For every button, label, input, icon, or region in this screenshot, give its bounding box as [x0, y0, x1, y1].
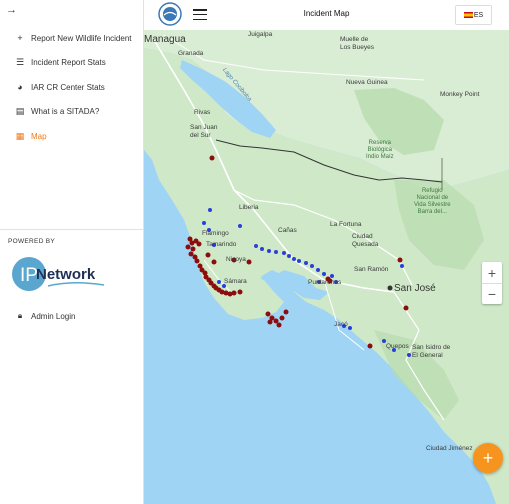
sidebar-item-label: IAR CR Center Stats: [31, 82, 105, 92]
lock-icon: 🔒︎: [17, 311, 23, 320]
map-label-reserva: Reserva Biológica Indio Maíz: [366, 140, 394, 160]
map-label-quepos: Quepos: [386, 343, 409, 350]
map-icon: ▦: [15, 130, 25, 141]
map-label-managua: Managua: [144, 34, 186, 45]
sidebar-item-center-stats[interactable]: ◕ IAR CR Center Stats: [0, 75, 144, 100]
map-label-refugio: Refugio Nacional de Vida Silvestre Barra de…: [414, 188, 451, 215]
language-label: ES: [473, 11, 484, 19]
admin-login-label: Admin Login: [31, 311, 76, 321]
sidebar-item-map[interactable]: ▦ Map: [0, 124, 144, 149]
top-bar: Incident Map ES: [144, 0, 509, 30]
map-label-rivas: Rivas: [194, 109, 211, 116]
sidebar-item-label: Report New Wildlife Incident: [31, 33, 132, 43]
powered-by-label: POWERED BY: [8, 238, 56, 245]
map-label-san-ramon: San Ramón: [354, 266, 389, 273]
admin-login-link[interactable]: 🔒︎ Admin Login: [15, 311, 76, 321]
map-canvas: [144, 30, 509, 504]
spain-flag-icon: [463, 12, 473, 18]
zoom-in-button[interactable]: +: [482, 262, 502, 283]
map-label-samara: Sámara: [224, 278, 247, 285]
map-label-ciudad-jimenez: Ciudad Jiménez: [426, 445, 473, 452]
map-label-san-juan: San Juan del Sur: [190, 124, 218, 139]
list-icon: ☰: [15, 57, 25, 68]
map-label-tamarindo: Tamarindo: [206, 241, 237, 248]
collapse-arrow-icon[interactable]: →: [6, 4, 17, 16]
sidebar: → + Report New Wildlife Incident ☰ Incid…: [0, 0, 144, 504]
sidebar-item-incident-stats[interactable]: ☰ Incident Report Stats: [0, 51, 144, 76]
plus-icon: +: [17, 33, 23, 44]
logo-network-text: Network: [36, 266, 96, 283]
incident-map[interactable]: Managua Granada Juigalpa Muelle de Los Bu…: [144, 30, 509, 504]
map-label-jaco: Jacó: [334, 321, 348, 328]
pie-chart-icon: ◕: [17, 82, 23, 93]
map-label-canas: Cañas: [278, 227, 297, 234]
zoom-out-button[interactable]: −: [482, 283, 502, 304]
sidebar-item-report-incident[interactable]: + Report New Wildlife Incident: [0, 26, 144, 51]
map-label-san-isidro: San Isidro de El General: [412, 344, 451, 359]
map-label-la-fortuna: La Fortuna: [330, 221, 362, 228]
map-label-nueva-guinea: Nueva Guinea: [346, 79, 388, 86]
sidebar-nav: + Report New Wildlife Incident ☰ Inciden…: [0, 26, 144, 149]
map-label-flamingo: Flamingo: [202, 230, 229, 237]
sidebar-item-what-is-sitada[interactable]: ▤ What is a SITADA?: [0, 100, 144, 125]
sidebar-item-label: What is a SITADA?: [31, 107, 100, 117]
document-icon: ▤: [15, 106, 25, 117]
map-label-san-jose: San José: [394, 283, 436, 294]
map-label-ciudad-quesada: Ciudad Quesada: [352, 233, 379, 248]
map-label-granada: Granada: [178, 50, 204, 57]
sidebar-divider: [0, 229, 144, 230]
map-label-nicoya: Nicoya: [226, 256, 246, 263]
map-label-liberia: Liberia: [239, 204, 259, 211]
sidebar-item-label: Map: [31, 131, 47, 141]
map-label-puntarenas: Puntarenas: [308, 279, 342, 286]
map-label-muelle: Muelle de Los Bueyes: [340, 36, 374, 51]
sidebar-item-label: Incident Report Stats: [31, 58, 106, 68]
add-incident-fab[interactable]: +: [473, 443, 503, 473]
language-button[interactable]: ES: [455, 5, 492, 25]
zoom-control: + −: [482, 262, 502, 304]
ip-network-logo: IP Network: [12, 256, 112, 292]
map-label-juigalpa: Juigalpa: [248, 31, 273, 38]
map-label-monkey-point: Monkey Point: [440, 91, 480, 98]
app-root: → + Report New Wildlife Incident ☰ Incid…: [0, 0, 509, 504]
